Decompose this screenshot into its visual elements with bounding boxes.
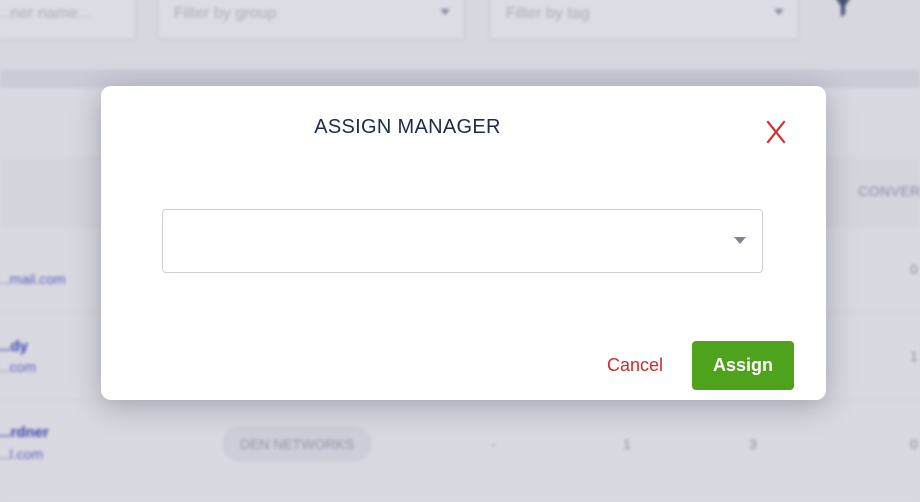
close-icon	[766, 120, 786, 144]
close-button[interactable]	[761, 116, 791, 146]
dialog-title: ASSIGN MANAGER	[314, 116, 501, 138]
chevron-down-icon	[734, 237, 746, 244]
cancel-button[interactable]: Cancel	[597, 342, 673, 388]
assign-manager-dialog: ASSIGN MANAGER Cancel Assign	[101, 86, 826, 400]
manager-select[interactable]	[162, 209, 763, 273]
assign-button[interactable]: Assign	[692, 341, 794, 390]
